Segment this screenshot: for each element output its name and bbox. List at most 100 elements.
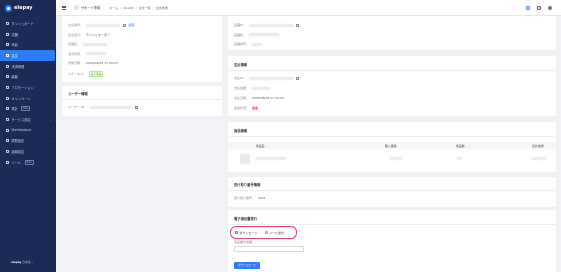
- sidebar-item-report[interactable]: 集計 Beta: [0, 104, 56, 115]
- order-type-value: モバイルオーダー: [86, 32, 111, 37]
- user-id-value: [90, 105, 133, 109]
- product-info-card: 商品情報 商品名 購入価格 商品数 合計金額: [228, 122, 556, 172]
- sidebar-item-label: 商品: [11, 43, 18, 48]
- created-at-row: 作成日時： 2025/08/15 17:59:25: [68, 61, 118, 65]
- sidebar-item-label: 開発設定: [11, 139, 25, 144]
- elepay-logo-icon: [5, 4, 12, 12]
- download-receipt-button[interactable]: ダウンロード: [234, 262, 260, 269]
- store-name-row: 店舗名：: [68, 42, 108, 46]
- payment-id-row: 支払ID：: [234, 76, 299, 80]
- sidebar-item-service-settings[interactable]: サービス設定 ⌄: [0, 114, 56, 125]
- payment-amount-row: 支払金額：: [234, 86, 271, 90]
- sidebar-item-label: サービス設定: [11, 118, 31, 123]
- store-icon: [6, 32, 9, 36]
- sidebar-item-label: ツール: [11, 160, 22, 165]
- payment-icon: [6, 64, 9, 68]
- status-row: ステータス： 完了済み: [68, 70, 104, 77]
- support-account[interactable]: サポート専用: [74, 5, 100, 10]
- sidebar: elepay ダッシュボード店舗商品 ⌄ 注文決済管理 ⌄ 顧客 プロモーション キャンペー…: [0, 0, 56, 272]
- order-info-card: 注文番号： 顧客 注文区分： モバイルオーダー 店舗名： 決済状態： 作成日時：…: [62, 16, 222, 82]
- product-info-title: 商品情報: [234, 129, 248, 133]
- sidebar-item-promotion[interactable]: プロモーション: [0, 82, 56, 93]
- breadcrumb-oneqr[interactable]: OneQR: [123, 6, 134, 10]
- breadcrumb-home[interactable]: ホーム: [109, 6, 118, 10]
- col-product-name: 商品名: [256, 143, 265, 148]
- user-info-card: ユーザー情報 ユーザー ID：: [62, 86, 222, 116]
- radio-unselected-icon: [264, 231, 268, 234]
- header-actions: [525, 5, 554, 10]
- brand-logo[interactable]: elepay: [0, 0, 56, 16]
- help-icon[interactable]: [525, 5, 530, 10]
- chevron-down-icon: ⌄: [31, 260, 34, 264]
- menu-toggle-icon[interactable]: [62, 5, 66, 10]
- recipient-label: 宛名書き候補: [234, 240, 253, 244]
- breadcrumb-order-detail: 注文詳細: [155, 5, 168, 10]
- user-id-row: ユーザー ID：: [68, 105, 138, 109]
- order-icon: [6, 53, 9, 57]
- beta-badge: Beta: [24, 159, 34, 165]
- sidebar-item-marketplace[interactable]: Marketplace: [0, 125, 56, 136]
- avatar: [547, 5, 552, 10]
- receipt-title: 電子領収書発行: [234, 217, 258, 221]
- radio-email[interactable]: メール送付: [264, 231, 284, 235]
- breadcrumb: ホーム / OneQR / 注文一覧 / 注文詳細: [109, 5, 168, 10]
- organization-icon: [6, 150, 9, 154]
- sidebar-item-customer[interactable]: 顧客: [0, 71, 56, 82]
- sidebar-item-label: Marketplace: [11, 128, 32, 133]
- sidebar-item-product[interactable]: 商品 ⌄: [0, 39, 56, 50]
- sidebar-item-label: ダッシュボード: [11, 21, 34, 26]
- download-icon[interactable]: [536, 5, 541, 10]
- sidebar-item-payment[interactable]: 決済管理 ⌄: [0, 61, 56, 72]
- report-icon: [6, 107, 9, 111]
- table-row: [228, 151, 556, 167]
- sidebar-item-order[interactable]: 注文: [0, 50, 55, 61]
- tools-icon: [6, 160, 9, 164]
- user-info-title: ユーザー情報: [68, 92, 88, 96]
- footer-brand: elepay: [11, 260, 22, 264]
- store-number-row: 店舗番号：: [234, 42, 263, 46]
- copy-icon[interactable]: [135, 105, 138, 109]
- product-table-header: 商品名 購入価格 商品数 合計金額: [228, 142, 556, 149]
- language-label: 日本語: [22, 260, 31, 264]
- sidebar-item-tools[interactable]: ツール Beta: [0, 157, 56, 168]
- radio-selected-icon: [235, 231, 238, 234]
- sidebar-item-label: 注文: [11, 53, 18, 58]
- recipient-input[interactable]: [234, 246, 304, 252]
- copy-icon[interactable]: [296, 23, 299, 27]
- receipt-method-radio-group: ダウンロード メール送付: [230, 226, 297, 239]
- sidebar-item-dashboard[interactable]: ダッシュボード: [0, 18, 56, 29]
- sidebar-item-organization[interactable]: 組織設定: [0, 146, 56, 157]
- sidebar-item-label: 決済管理: [11, 64, 25, 69]
- top-header: サポート専用 ホーム / OneQR / 注文一覧 / 注文詳細: [56, 0, 561, 16]
- payment-info-card: 支払情報 支払ID： 支払金額： 支払日時： 2025/08/15 17:59:…: [228, 56, 556, 116]
- customer-link[interactable]: 顧客: [129, 23, 135, 27]
- store-info-card: 店舗ID： 店舗名： 店舗番号：: [228, 16, 556, 50]
- breadcrumb-orders[interactable]: 注文一覧: [139, 6, 151, 10]
- refund-status-row: 返金状況： 返金: [234, 106, 259, 110]
- copy-icon[interactable]: [296, 76, 299, 80]
- sidebar-item-store[interactable]: 店舗: [0, 29, 56, 40]
- user-menu[interactable]: [547, 5, 554, 10]
- language-switcher[interactable]: elepay 日本語 ⌄: [11, 260, 34, 264]
- chevron-down-icon: ⌄: [49, 42, 52, 47]
- created-at-value: 2025/08/15 17:59:25: [86, 61, 118, 65]
- recipient-label-row: 宛名書き候補: [234, 240, 252, 244]
- sidebar-item-developer[interactable]: 開発設定 ⌄: [0, 136, 56, 147]
- support-avatar: [74, 5, 79, 10]
- radio-download[interactable]: ダウンロード: [235, 231, 258, 235]
- product-thumbnail: [240, 154, 250, 164]
- chevron-down-icon: ⌄: [49, 64, 52, 69]
- col-total-amount: 合計金額: [532, 143, 544, 148]
- sidebar-item-campaign[interactable]: キャンペーン: [0, 93, 56, 104]
- chevron-down-icon: ⌄: [49, 138, 52, 143]
- campaign-icon: [6, 96, 9, 100]
- marketplace-icon: [6, 128, 9, 132]
- store-id-row: 店舗ID：: [234, 23, 299, 27]
- dashboard-icon: [6, 21, 9, 25]
- pickup-number-row: 受け取り番号： 0001: [234, 196, 266, 200]
- refund-status-value: 返金: [252, 106, 259, 110]
- service-settings-icon: [6, 118, 9, 122]
- promotion-icon: [6, 85, 9, 89]
- copy-icon[interactable]: [123, 23, 126, 27]
- brand-name: elepay: [14, 5, 33, 11]
